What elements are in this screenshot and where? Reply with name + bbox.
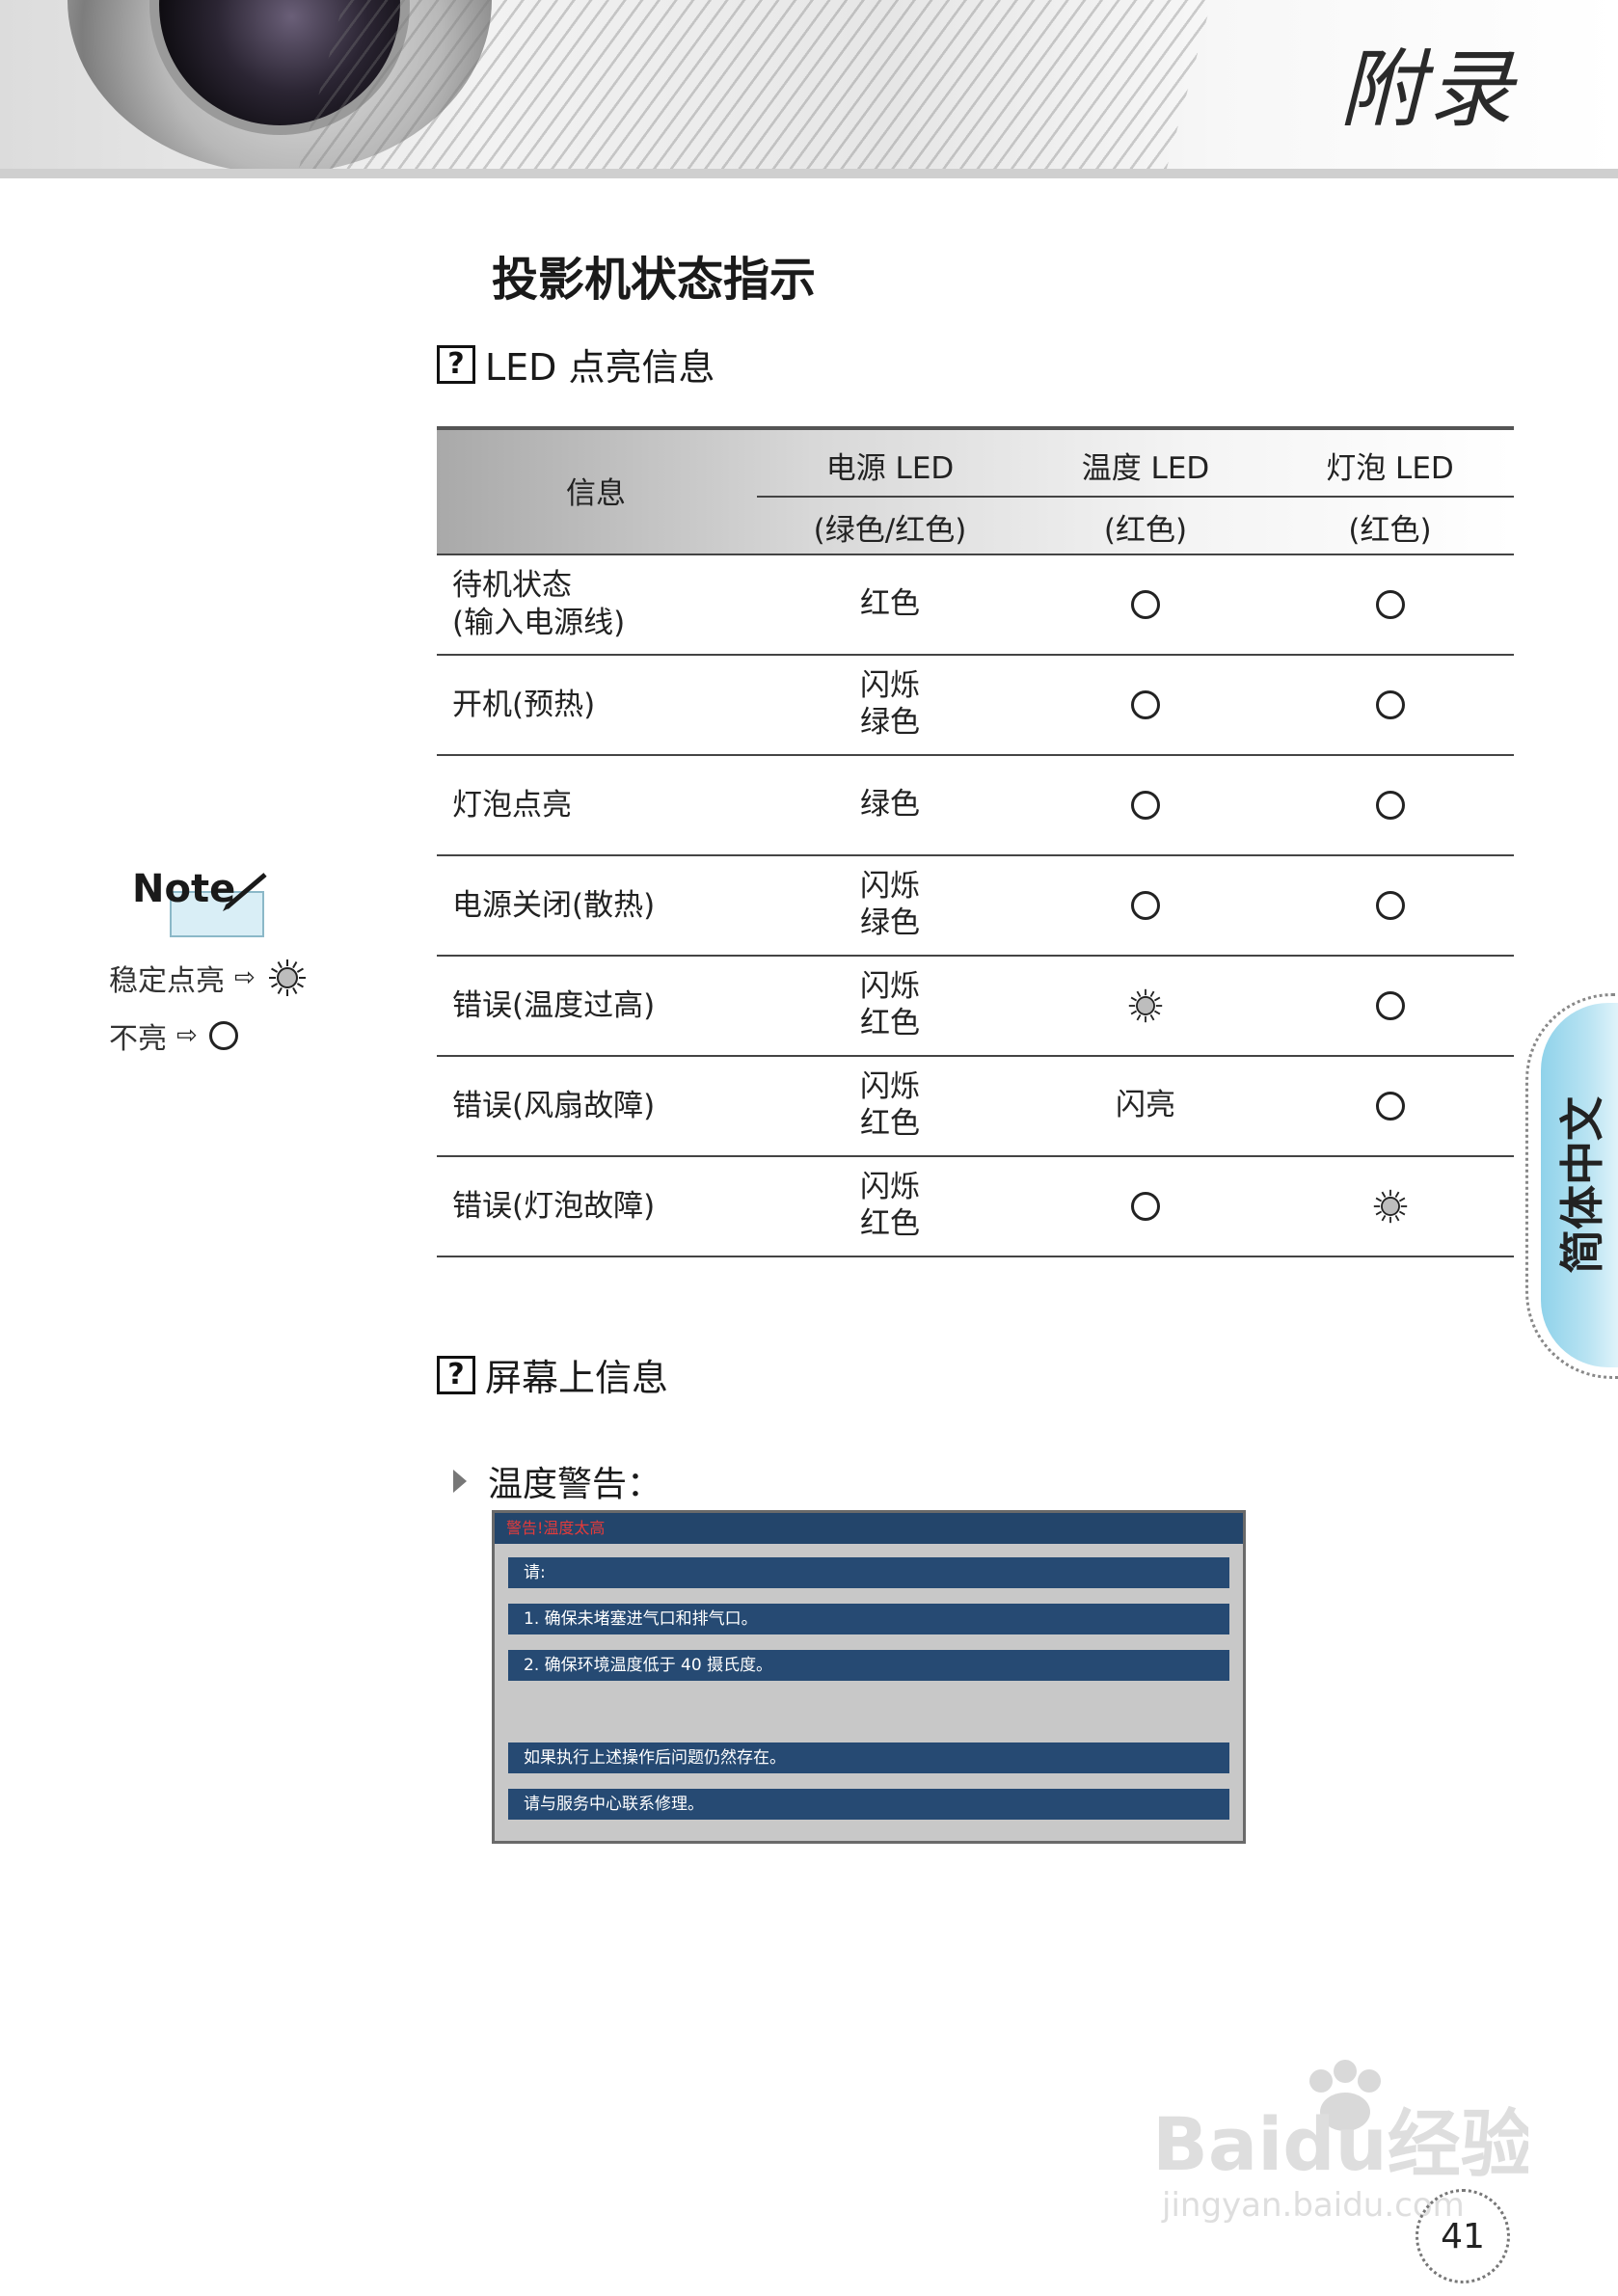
row-label: 错误(灯泡故障) — [452, 1188, 656, 1224]
circle-off-icon — [1375, 690, 1405, 719]
language-label: 简体中文 — [1556, 1096, 1608, 1274]
banner-stripes — [277, 0, 1227, 178]
chapter-title: 附录 — [1338, 40, 1517, 139]
circle-off-icon — [1375, 791, 1405, 820]
sun-lit-icon — [267, 958, 308, 998]
dialog-line: 1. 确保未堵塞进气口和排气口。 — [508, 1604, 1229, 1634]
power-led-cell: 闪烁 红色 — [860, 969, 920, 1040]
table-row: 开机(预热) 闪烁 绿色 — [437, 656, 1514, 756]
temperature-warning-dialog: 警告!温度太高 请: 1. 确保未堵塞进气口和排气口。 2. 确保环境温度低于 … — [492, 1510, 1246, 1844]
dialog-line: 请: — [508, 1557, 1229, 1588]
row-label: 开机(预热) — [452, 687, 596, 722]
table-row: 灯泡点亮 绿色 — [437, 756, 1514, 856]
note-off-label: 不亮 — [109, 1022, 167, 1056]
note-steady-label: 稳定点亮 — [109, 964, 225, 998]
bullet-triangle-icon — [453, 1470, 467, 1493]
led-off-cell — [1266, 756, 1514, 854]
section-title: LED 点亮信息 — [485, 346, 715, 389]
note-steady-legend: 稳定点亮 ⇨ — [109, 957, 308, 999]
dialog-line: 请与服务中心联系修理。 — [508, 1789, 1229, 1820]
watermark-text: Baidu经验 — [1152, 2101, 1528, 2187]
row-label: 待机状态 (输入电源线) — [452, 568, 626, 640]
power-led-cell: 闪烁 红色 — [860, 1170, 920, 1241]
led-text-cell: 闪亮 — [1025, 1057, 1266, 1155]
row-label: 灯泡点亮 — [452, 787, 572, 823]
circle-off-icon — [1375, 1092, 1405, 1121]
note-off-legend: 不亮 ⇨ — [109, 1014, 238, 1057]
question-box-icon: ? — [437, 1355, 475, 1394]
led-off-cell — [1025, 1157, 1266, 1256]
led-off-cell — [1266, 555, 1514, 654]
sun-lit-icon — [1373, 1189, 1407, 1224]
circle-off-icon — [1131, 590, 1160, 619]
led-off-cell — [1025, 656, 1266, 754]
circle-off-icon — [1131, 791, 1160, 820]
power-led-cell: 闪烁 红色 — [860, 1069, 920, 1141]
section-heading-led: ? LED 点亮信息 — [437, 338, 715, 391]
power-led-cell: 绿色 — [860, 787, 920, 823]
header-info: 信息 — [566, 476, 626, 511]
dialog-line: 如果执行上述操作后问题仍然存在。 — [508, 1742, 1229, 1773]
page-number: 41 — [1416, 2189, 1510, 2283]
circle-off-icon — [1375, 590, 1405, 619]
power-led-cell: 红色 — [860, 586, 920, 622]
circle-off-icon — [1375, 891, 1405, 920]
header-temp-led: 温度 LED — [1081, 451, 1210, 486]
sun-lit-icon — [1128, 988, 1163, 1023]
circle-off-icon — [208, 1021, 238, 1050]
warning-heading: 温度警告： — [453, 1456, 661, 1506]
section-title: 屏幕上信息 — [485, 1357, 669, 1399]
table-row: 错误(风扇故障) 闪烁 红色 闪亮 — [437, 1057, 1514, 1157]
led-off-cell — [1025, 756, 1266, 854]
dialog-title: 警告!温度太高 — [495, 1513, 1243, 1544]
led-state-text: 闪亮 — [1116, 1088, 1175, 1123]
question-box-icon: ? — [437, 344, 475, 384]
header-lamp-sub: (红色) — [1348, 513, 1432, 548]
section-heading-osd: ? 屏幕上信息 — [437, 1348, 668, 1401]
led-off-cell — [1266, 656, 1514, 754]
row-label: 错误(温度过高) — [452, 987, 656, 1023]
language-side-tab: 简体中文 — [1541, 1003, 1618, 1367]
header-temp-sub: (红色) — [1103, 513, 1188, 548]
row-label: 电源关闭(散热) — [452, 887, 656, 923]
led-off-cell — [1266, 957, 1514, 1055]
arrow-right-icon: ⇨ — [176, 1021, 198, 1050]
circle-off-icon — [1375, 991, 1405, 1020]
led-on-cell — [1025, 957, 1266, 1055]
led-on-cell — [1266, 1157, 1514, 1256]
header-power-led: 电源 LED — [825, 451, 955, 486]
banner-base — [0, 169, 1618, 178]
led-off-cell — [1025, 555, 1266, 654]
led-off-cell — [1266, 1057, 1514, 1155]
circle-off-icon — [1131, 891, 1160, 920]
power-led-cell: 闪烁 绿色 — [860, 668, 920, 740]
led-off-cell — [1266, 856, 1514, 955]
arrow-right-icon: ⇨ — [234, 963, 256, 992]
table-row: 待机状态 (输入电源线) 红色 — [437, 555, 1514, 656]
led-status-table: 信息 电源 LED 温度 LED 灯泡 LED (绿色/红色) (红色) (红色… — [437, 426, 1514, 1257]
header-power-sub: (绿色/红色) — [813, 513, 967, 548]
table-body: 待机状态 (输入电源线) 红色 开机(预热) 闪烁 绿色 灯泡点亮 绿色 电源关闭(散热) 闪烁绿… — [437, 555, 1514, 1257]
power-led-cell: 闪烁 绿色 — [860, 869, 920, 940]
circle-off-icon — [1131, 1192, 1160, 1221]
table-row: 电源关闭(散热) 闪烁 绿色 — [437, 856, 1514, 957]
note-logo-text: Note — [132, 867, 235, 911]
note-logo-icon: Note — [132, 867, 267, 937]
table-row: 错误(灯泡故障) 闪烁 红色 — [437, 1157, 1514, 1257]
page-title: 投影机状态指示 — [492, 253, 817, 307]
warning-heading-text: 温度警告： — [488, 1465, 662, 1504]
table-row: 错误(温度过高) 闪烁 红色 — [437, 957, 1514, 1057]
led-off-cell — [1025, 856, 1266, 955]
dialog-line: 2. 确保环境温度低于 40 摄氏度。 — [508, 1650, 1229, 1681]
circle-off-icon — [1131, 690, 1160, 719]
header-lamp-led: 灯泡 LED — [1326, 451, 1454, 486]
header-divider — [757, 496, 1514, 498]
row-label: 错误(风扇故障) — [452, 1088, 656, 1123]
table-header: 信息 电源 LED 温度 LED 灯泡 LED (绿色/红色) (红色) (红色… — [437, 426, 1514, 555]
